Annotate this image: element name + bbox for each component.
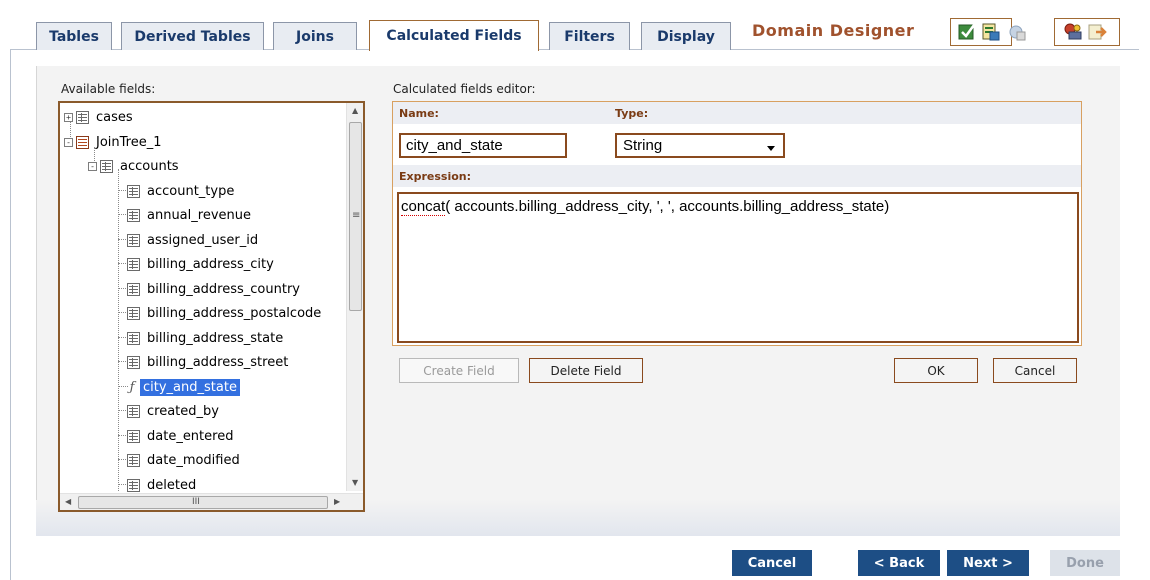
tree-node-label: account_type xyxy=(147,183,235,199)
tree-field-date-entered[interactable]: date_entered xyxy=(127,426,236,446)
scroll-grip-icon: III xyxy=(192,497,200,507)
scroll-up-icon[interactable]: ▲ xyxy=(352,106,358,115)
scroll-down-icon[interactable]: ▼ xyxy=(352,478,358,487)
tree-field-created-by[interactable]: created_by xyxy=(127,401,222,421)
tree-node-label: billing_address_city xyxy=(147,256,274,272)
editor-cancel-button[interactable]: Cancel xyxy=(993,358,1077,383)
type-select-value: String xyxy=(623,137,663,154)
app-title: Domain Designer xyxy=(752,21,915,40)
tree-node-jointree[interactable]: - JoinTree_1 xyxy=(64,132,165,152)
tree-node-label: billing_address_street xyxy=(147,354,289,370)
tree-node-label: assigned_user_id xyxy=(147,232,259,248)
tree-field-date-modified[interactable]: date_modified xyxy=(127,450,243,470)
table-icon xyxy=(100,159,113,173)
check-table-icon[interactable] xyxy=(955,20,979,44)
tree-node-label: deleted xyxy=(147,477,197,493)
tree-field-billing-address-postalcode[interactable]: billing_address_postalcode xyxy=(127,303,324,323)
done-button[interactable]: Done xyxy=(1050,550,1120,576)
field-icon xyxy=(127,429,140,443)
editor-label: Calculated fields editor: xyxy=(393,82,536,96)
tree-field-assigned-user-id[interactable]: assigned_user_id xyxy=(127,230,261,250)
cancel-button[interactable]: Cancel xyxy=(732,550,812,576)
tab-tables[interactable]: Tables xyxy=(36,22,112,50)
horizontal-scroll-thumb[interactable]: III xyxy=(78,496,328,509)
refresh-icon[interactable] xyxy=(1005,20,1029,44)
expression-label: Expression: xyxy=(399,170,472,183)
field-icon xyxy=(127,184,140,198)
tree-node-label: accounts xyxy=(120,158,179,174)
join-tree-icon xyxy=(76,135,89,149)
field-icon xyxy=(127,453,140,467)
tab-filters[interactable]: Filters xyxy=(549,22,630,50)
scroll-grip-icon: ≡ xyxy=(352,210,361,221)
tree-field-account-type[interactable]: account_type xyxy=(127,181,237,201)
field-icon xyxy=(127,233,140,247)
domain-designer-window: Tables Derived Tables Joins Calculated F… xyxy=(0,0,1150,580)
tree-node-label: date_modified xyxy=(147,452,240,468)
scroll-left-icon[interactable]: ◀ xyxy=(65,497,71,506)
delete-field-button[interactable]: Delete Field xyxy=(529,358,643,383)
expression-arguments: ( accounts.billing_address_city, ', ', a… xyxy=(445,198,890,215)
available-fields-label: Available fields: xyxy=(61,82,156,96)
field-icon xyxy=(127,257,140,271)
function-icon: ƒ xyxy=(129,379,135,395)
expression-textarea[interactable]: concat( accounts.billing_address_city, '… xyxy=(397,192,1079,343)
export-icon[interactable] xyxy=(1085,20,1109,44)
tab-calculated-fields[interactable]: Calculated Fields xyxy=(369,20,539,53)
tree-horizontal-scrollbar[interactable]: ◀ III ▶ xyxy=(60,493,363,510)
available-fields-tree[interactable]: + cases - JoinTree_1 - accounts account_… xyxy=(58,101,365,512)
tree-node-label: billing_address_state xyxy=(147,330,284,346)
chevron-down-icon xyxy=(767,146,775,151)
field-icon xyxy=(127,306,140,320)
tree-node-label: cases xyxy=(96,109,133,125)
tree-node-label: created_by xyxy=(147,403,219,419)
field-icon xyxy=(127,208,140,222)
field-icon xyxy=(127,331,140,345)
next-button[interactable]: Next > xyxy=(947,550,1029,576)
field-icon xyxy=(127,355,140,369)
tree-node-label: city_and_state xyxy=(140,378,240,396)
collapse-icon[interactable]: - xyxy=(64,137,73,147)
tree-field-city-and-state[interactable]: ƒ city_and_state xyxy=(127,377,240,397)
expand-icon[interactable]: + xyxy=(64,112,73,122)
tree-field-billing-address-state[interactable]: billing_address_state xyxy=(127,328,286,348)
calculated-fields-editor: Name: Type: city_and_state String Expres… xyxy=(392,101,1082,346)
collapse-icon[interactable]: - xyxy=(88,161,97,171)
tree-field-deleted[interactable]: deleted xyxy=(127,475,199,495)
expression-function-name: concat xyxy=(401,198,446,216)
tree-node-label: date_entered xyxy=(147,428,234,444)
tree-field-annual-revenue[interactable]: annual_revenue xyxy=(127,205,254,225)
user-key-icon[interactable] xyxy=(1061,20,1085,44)
type-select[interactable]: String xyxy=(615,133,785,158)
tab-joins[interactable]: Joins xyxy=(273,22,357,50)
name-field[interactable]: city_and_state xyxy=(399,133,567,158)
expression-header-row xyxy=(393,165,1081,187)
tree-node-label: billing_address_country xyxy=(147,281,300,297)
tree-node-label: billing_address_postalcode xyxy=(147,305,322,321)
tree-vertical-scrollbar[interactable]: ▲ ≡ ▼ xyxy=(346,103,363,491)
tree-node-label: JoinTree_1 xyxy=(96,134,162,150)
frame-border xyxy=(10,49,11,580)
field-icon xyxy=(127,404,140,418)
tree-field-billing-address-city[interactable]: billing_address_city xyxy=(127,254,277,274)
tree-node-label: annual_revenue xyxy=(147,207,251,223)
table-properties-icon[interactable] xyxy=(979,20,1003,44)
field-icon xyxy=(127,478,140,492)
field-icon xyxy=(127,282,140,296)
tree-node-accounts[interactable]: - accounts xyxy=(88,156,182,176)
tree-field-billing-address-country[interactable]: billing_address_country xyxy=(127,279,303,299)
ok-button[interactable]: OK xyxy=(894,358,978,383)
tab-display[interactable]: Display xyxy=(641,22,731,50)
type-label: Type: xyxy=(615,107,649,120)
tab-derived-tables[interactable]: Derived Tables xyxy=(121,22,264,50)
scroll-right-icon[interactable]: ▶ xyxy=(334,497,340,506)
create-field-button[interactable]: Create Field xyxy=(399,358,519,383)
vertical-scroll-thumb[interactable]: ≡ xyxy=(349,122,362,311)
name-label: Name: xyxy=(399,107,439,120)
tree-field-billing-address-street[interactable]: billing_address_street xyxy=(127,352,291,372)
editor-header-row xyxy=(393,102,1081,124)
tree-node-cases[interactable]: + cases xyxy=(64,107,136,127)
back-button[interactable]: < Back xyxy=(858,550,940,576)
table-icon xyxy=(76,110,89,124)
